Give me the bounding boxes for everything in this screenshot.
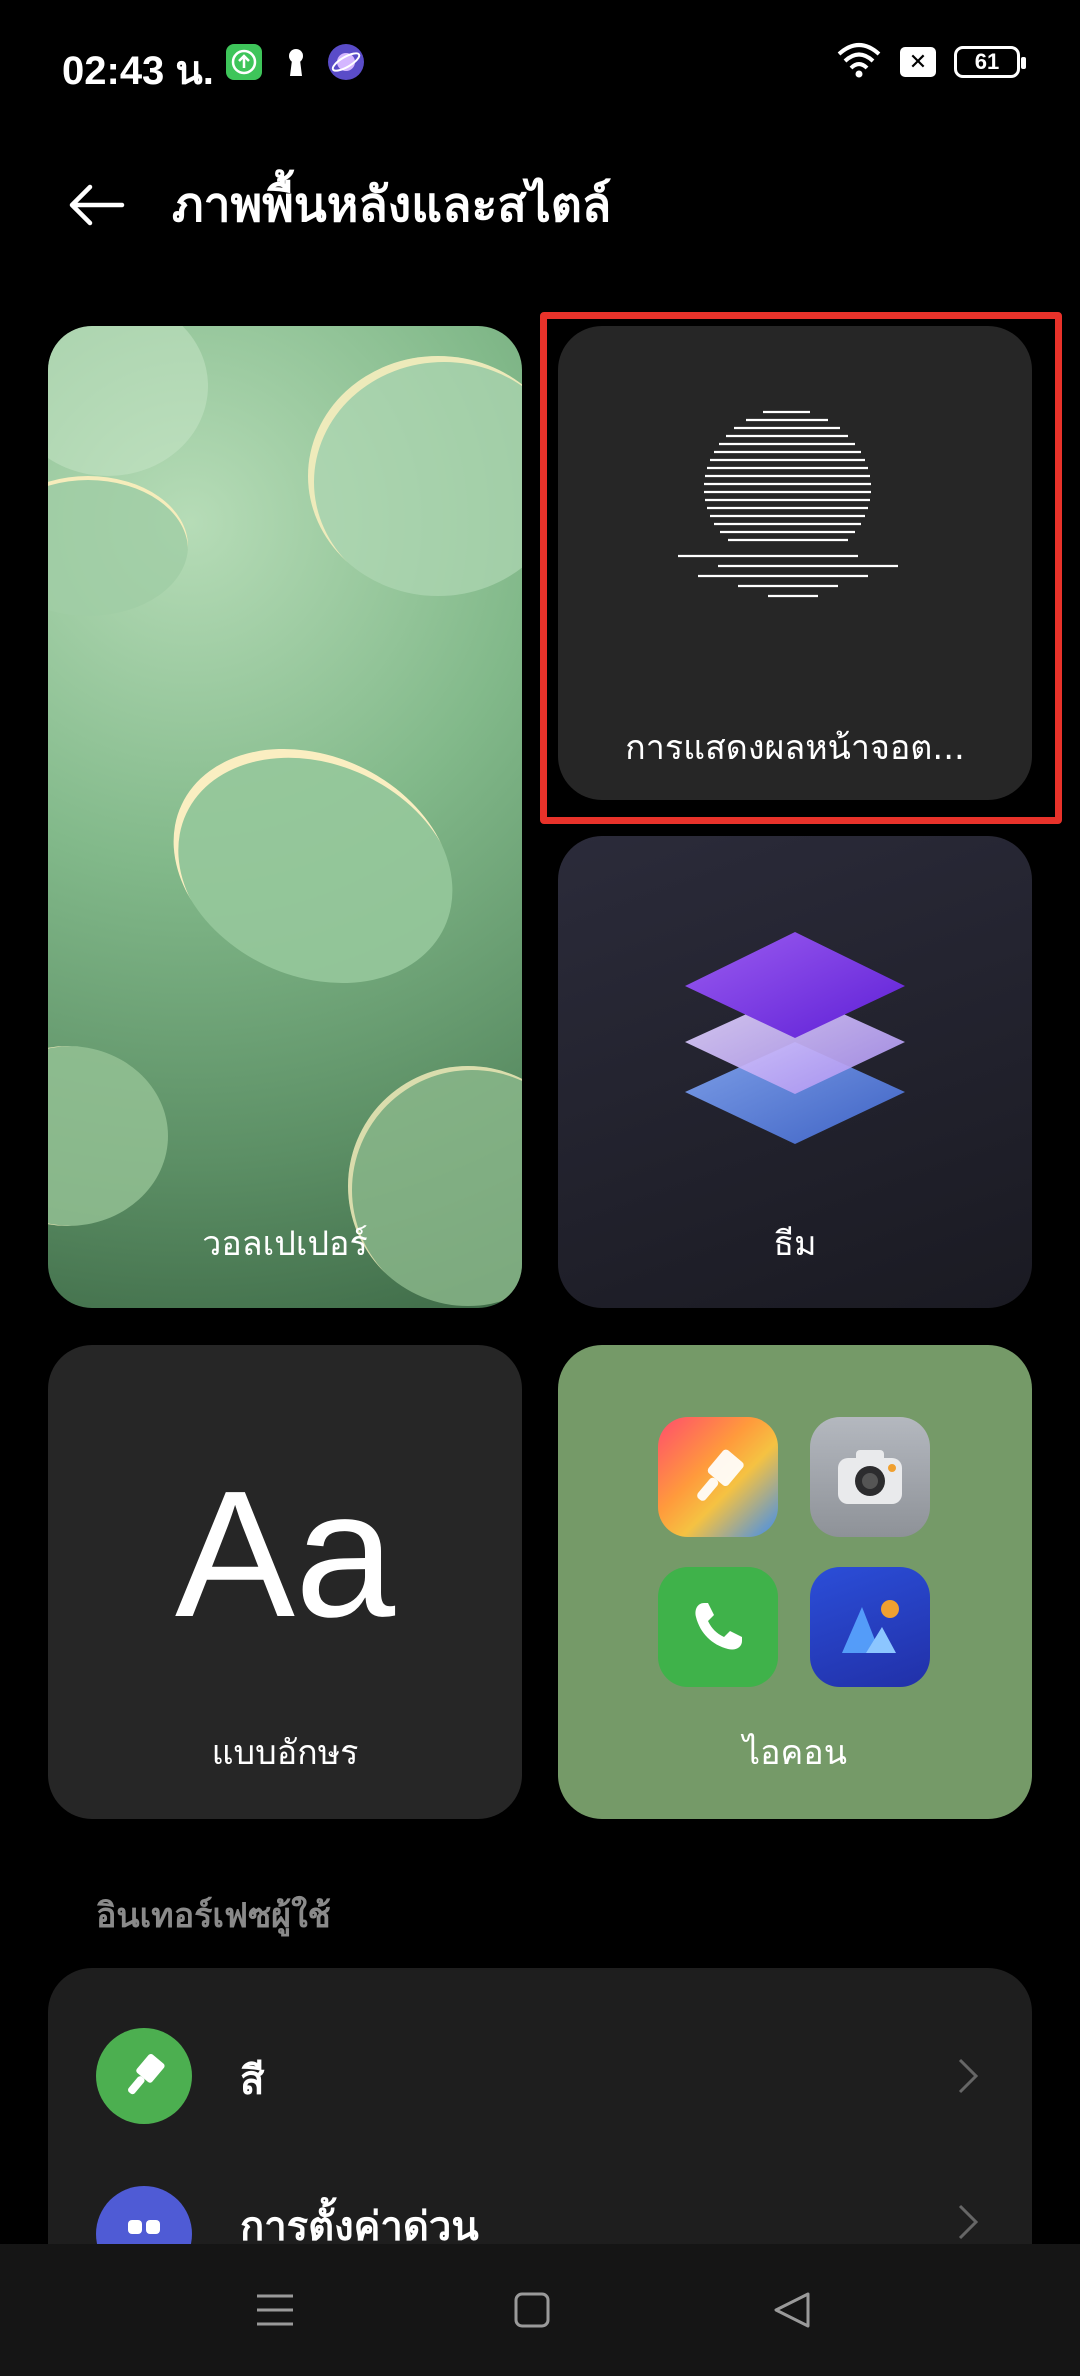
icon-label: ไอคอน: [743, 1733, 847, 1773]
theme-label: ธีม: [773, 1224, 817, 1264]
wifi-icon: [836, 42, 882, 82]
chevron-right-icon: [958, 2204, 979, 2240]
orbit-app-icon: [328, 44, 364, 80]
wallpaper-label: วอลเปเปอร์: [202, 1224, 368, 1264]
font-card[interactable]: Aa แบบอักษร: [48, 1345, 522, 1819]
battery-icon: 61: [954, 46, 1026, 78]
keyhole-icon: [278, 44, 314, 80]
back-triangle-icon: [774, 2292, 810, 2328]
home-button[interactable]: [502, 2280, 562, 2340]
page-title: ภาพพื้นหลังและสไตล์: [172, 177, 612, 233]
arrow-left-icon: [69, 184, 125, 226]
status-bar: 02:43 น. ✕ 61: [0, 0, 1080, 130]
selection-highlight: [540, 312, 1062, 824]
section-title: อินเทอร์เฟซผู้ใช้: [96, 1896, 331, 1936]
font-label: แบบอักษร: [211, 1733, 359, 1773]
paintbrush-app-icon: [658, 1417, 778, 1537]
wallpaper-shape: [48, 476, 188, 616]
wallpaper-shape: [348, 1066, 522, 1306]
wallpaper-card[interactable]: วอลเปเปอร์: [48, 326, 522, 1308]
wallpaper-shape: [308, 356, 522, 596]
status-time: 02:43 น.: [62, 49, 214, 93]
paintbrush-icon: [96, 2028, 192, 2124]
icon-card[interactable]: ไอคอน: [558, 1345, 1032, 1819]
home-icon: [514, 2292, 550, 2328]
list-item-label: การตั้งค่าด่วน: [240, 2204, 479, 2248]
wallpaper-shape: [135, 705, 491, 1027]
settings-list: สี การตั้งค่าด่วน: [48, 1968, 1032, 2248]
toggles-icon: [96, 2186, 192, 2248]
app-header: ภาพพื้นหลังและสไตล์: [0, 150, 1080, 260]
menu-icon: [257, 2294, 293, 2326]
wallpaper-shape: [48, 326, 208, 476]
no-sim-icon: ✕: [900, 47, 936, 77]
status-right-icons: ✕ 61: [836, 42, 1026, 82]
chevron-right-icon: [958, 2058, 979, 2094]
theme-card[interactable]: ธีม: [558, 836, 1032, 1308]
back-button[interactable]: [56, 170, 136, 240]
navigation-bar: [0, 2244, 1080, 2376]
layers-icon: [685, 932, 905, 1144]
phone-app-icon: [658, 1567, 778, 1687]
font-preview: Aa: [174, 1454, 396, 1655]
list-item-quick-settings[interactable]: การตั้งค่าด่วน: [48, 2158, 1032, 2248]
gallery-app-icon: [810, 1567, 930, 1687]
menu-button[interactable]: [245, 2280, 305, 2340]
camera-app-icon: [810, 1417, 930, 1537]
upload-notification-icon: [226, 44, 262, 80]
list-item-color[interactable]: สี: [48, 1996, 1032, 2156]
list-item-label: สี: [240, 2058, 265, 2104]
back-nav-button[interactable]: [762, 2280, 822, 2340]
wallpaper-shape: [48, 1046, 168, 1226]
